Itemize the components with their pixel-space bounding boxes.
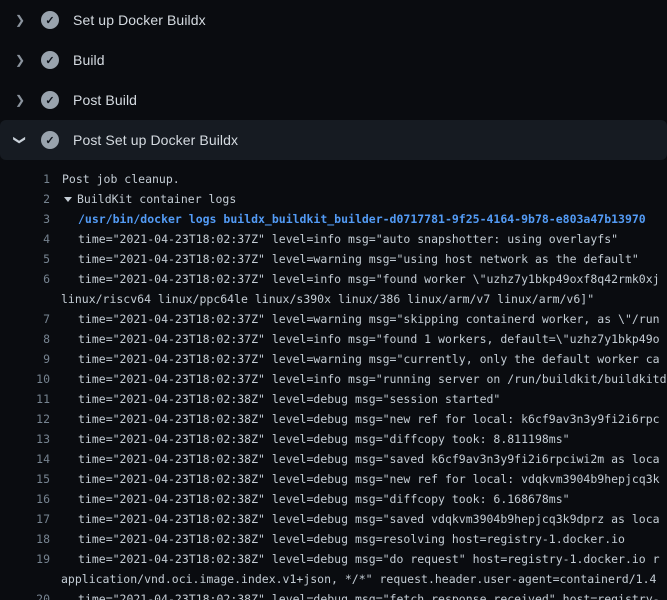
check-circle-icon: ✓ bbox=[41, 131, 59, 149]
log-text: time="2021-04-23T18:02:38Z" level=debug … bbox=[78, 432, 570, 446]
log-text: time="2021-04-23T18:02:37Z" level=info m… bbox=[78, 372, 667, 386]
line-number[interactable]: 4 bbox=[0, 232, 50, 246]
line-number[interactable]: 15 bbox=[0, 472, 50, 486]
chevron-right-icon[interactable]: ❯ bbox=[12, 54, 28, 66]
log-text: linux/riscv64 linux/ppc64le linux/s390x … bbox=[61, 292, 594, 306]
log-line: 12 time="2021-04-23T18:02:38Z" level=debu… bbox=[0, 409, 667, 429]
log-line: 10 time="2021-04-23T18:02:37Z" level=info… bbox=[0, 369, 667, 389]
log-line: 18 time="2021-04-23T18:02:38Z" level=debu… bbox=[0, 529, 667, 549]
step-title: Post Set up Docker Buildx bbox=[73, 132, 238, 148]
step-title: Set up Docker Buildx bbox=[73, 12, 206, 28]
log-text: time="2021-04-23T18:02:38Z" level=debug … bbox=[78, 472, 660, 486]
steps-list: ❯ ✓ Set up Docker Buildx ❯ ✓ Build ❯ ✓ Post Buil… bbox=[0, 0, 667, 160]
log-line: 4 time="2021-04-23T18:02:37Z" level=info … bbox=[0, 229, 667, 249]
line-number[interactable]: 12 bbox=[0, 412, 50, 426]
log-text: time="2021-04-23T18:02:37Z" level=info m… bbox=[78, 232, 618, 246]
check-circle-icon: ✓ bbox=[41, 11, 59, 29]
log-text: time="2021-04-23T18:02:38Z" level=debug … bbox=[78, 552, 660, 566]
log-text: time="2021-04-23T18:02:38Z" level=debug … bbox=[78, 592, 660, 600]
log-text: application/vnd.oci.image.index.v1+json,… bbox=[61, 572, 656, 586]
log-text: time="2021-04-23T18:02:38Z" level=debug … bbox=[78, 492, 570, 506]
chevron-down-icon[interactable]: ❯ bbox=[14, 132, 26, 148]
log-lines: 1 Post job cleanup. 2 BuildKit container lo… bbox=[0, 160, 667, 600]
log-line: 7 time="2021-04-23T18:02:37Z" level=warni… bbox=[0, 309, 667, 329]
chevron-right-icon[interactable]: ❯ bbox=[12, 14, 28, 26]
log-line-wrap: linux/riscv64 linux/ppc64le linux/s390x … bbox=[0, 289, 667, 309]
check-circle-icon: ✓ bbox=[41, 51, 59, 69]
line-number[interactable]: 10 bbox=[0, 372, 50, 386]
log-line-wrap: application/vnd.oci.image.index.v1+json,… bbox=[0, 569, 667, 589]
log-line: 17 time="2021-04-23T18:02:38Z" level=debu… bbox=[0, 509, 667, 529]
log-line: 9 time="2021-04-23T18:02:37Z" level=warni… bbox=[0, 349, 667, 369]
line-number[interactable]: 9 bbox=[0, 352, 50, 366]
line-number[interactable]: 18 bbox=[0, 532, 50, 546]
step-row-build[interactable]: ❯ ✓ Build bbox=[0, 40, 667, 80]
log-text: time="2021-04-23T18:02:37Z" level=warnin… bbox=[78, 352, 660, 366]
step-row-post-build[interactable]: ❯ ✓ Post Build bbox=[0, 80, 667, 120]
log-text: time="2021-04-23T18:02:37Z" level=warnin… bbox=[78, 312, 660, 326]
log-text: time="2021-04-23T18:02:37Z" level=warnin… bbox=[78, 252, 639, 266]
log-line: 8 time="2021-04-23T18:02:37Z" level=info … bbox=[0, 329, 667, 349]
step-row-set-up-docker-buildx[interactable]: ❯ ✓ Set up Docker Buildx bbox=[0, 0, 667, 40]
log-line: 14 time="2021-04-23T18:02:38Z" level=debu… bbox=[0, 449, 667, 469]
check-circle-icon: ✓ bbox=[41, 91, 59, 109]
log-line: 5 time="2021-04-23T18:02:37Z" level=warni… bbox=[0, 249, 667, 269]
line-number[interactable]: 7 bbox=[0, 312, 50, 326]
log-line: 6 time="2021-04-23T18:02:37Z" level=info … bbox=[0, 269, 667, 289]
line-number[interactable]: 6 bbox=[0, 272, 50, 286]
line-number[interactable]: 19 bbox=[0, 552, 50, 566]
log-text: time="2021-04-23T18:02:38Z" level=debug … bbox=[78, 412, 660, 426]
log-line: 3/usr/bin/docker logs buildx_buildkit_bu… bbox=[0, 209, 667, 229]
log-text: time="2021-04-23T18:02:38Z" level=debug … bbox=[78, 392, 500, 406]
log-line: 13 time="2021-04-23T18:02:38Z" level=debu… bbox=[0, 429, 667, 449]
log-line: 2 BuildKit container logs bbox=[0, 189, 667, 209]
line-number[interactable]: 17 bbox=[0, 512, 50, 526]
chevron-right-icon[interactable]: ❯ bbox=[12, 94, 28, 106]
log-text: time="2021-04-23T18:02:37Z" level=info m… bbox=[78, 272, 660, 286]
line-number[interactable]: 14 bbox=[0, 452, 50, 466]
log-text: time="2021-04-23T18:02:38Z" level=debug … bbox=[78, 512, 660, 526]
line-number[interactable]: 5 bbox=[0, 252, 50, 266]
step-title: Build bbox=[73, 52, 105, 68]
log-text: time="2021-04-23T18:02:38Z" level=debug … bbox=[78, 532, 625, 546]
collapse-triangle-icon[interactable] bbox=[64, 197, 72, 202]
log-line: 11 time="2021-04-23T18:02:38Z" level=debu… bbox=[0, 389, 667, 409]
line-number[interactable]: 8 bbox=[0, 332, 50, 346]
log-line: 1 Post job cleanup. bbox=[0, 169, 667, 189]
log-line: 19 time="2021-04-23T18:02:38Z" level=debu… bbox=[0, 549, 667, 569]
group-label[interactable]: BuildKit container logs bbox=[77, 192, 236, 206]
log-line: 16 time="2021-04-23T18:02:38Z" level=debu… bbox=[0, 489, 667, 509]
log-line: 20 time="2021-04-23T18:02:38Z" level=debu… bbox=[0, 589, 667, 600]
line-number[interactable]: 13 bbox=[0, 432, 50, 446]
step-row-post-set-up-docker-buildx[interactable]: ❯ ✓ Post Set up Docker Buildx bbox=[0, 120, 667, 160]
line-number[interactable]: 3 bbox=[0, 212, 50, 226]
step-title: Post Build bbox=[73, 92, 137, 108]
command-text: /usr/bin/docker logs buildx_buildkit_bui… bbox=[78, 212, 646, 226]
log-text: Post job cleanup. bbox=[62, 172, 180, 186]
line-number[interactable]: 2 bbox=[0, 192, 50, 206]
line-number[interactable]: 11 bbox=[0, 392, 50, 406]
line-number[interactable]: 16 bbox=[0, 492, 50, 506]
log-text: time="2021-04-23T18:02:37Z" level=info m… bbox=[78, 332, 660, 346]
log-line: 15 time="2021-04-23T18:02:38Z" level=debu… bbox=[0, 469, 667, 489]
log-text: time="2021-04-23T18:02:38Z" level=debug … bbox=[78, 452, 660, 466]
line-number[interactable]: 1 bbox=[0, 172, 50, 186]
line-number[interactable]: 20 bbox=[0, 592, 50, 600]
